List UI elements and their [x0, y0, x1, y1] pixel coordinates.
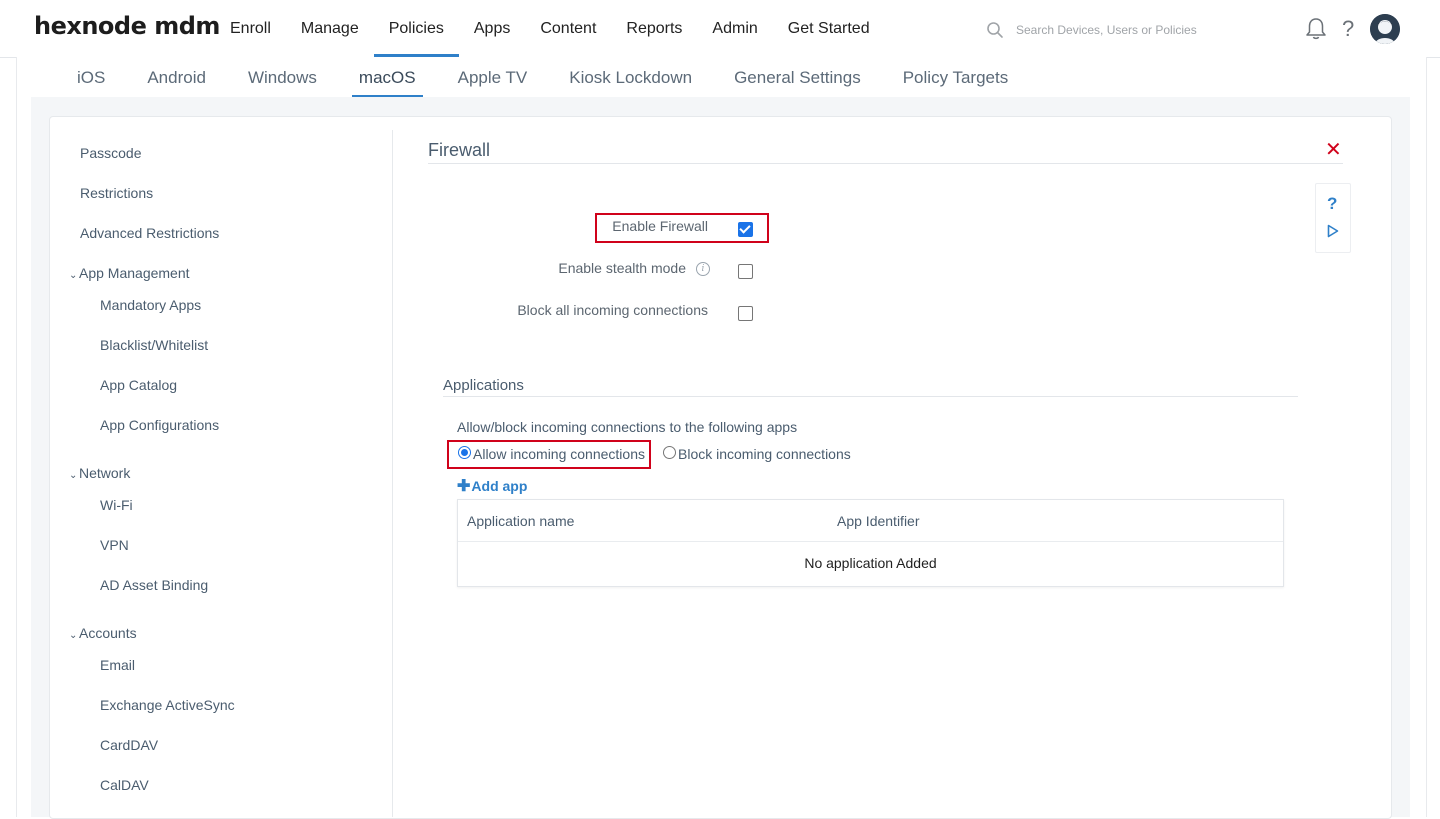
main-nav: Enroll Manage Policies Apps Content Repo…: [215, 0, 885, 57]
tab-ios[interactable]: iOS: [56, 57, 126, 97]
chevron-down-icon: ⌄: [69, 470, 78, 481]
hexnode-logo[interactable]: hexnode mdm: [34, 12, 220, 40]
sidebar-item-wifi[interactable]: Wi-Fi: [100, 497, 133, 513]
notification-bell-icon[interactable]: [1304, 16, 1328, 42]
allow-incoming-radio[interactable]: [458, 446, 471, 459]
add-app-label: Add app: [471, 478, 528, 494]
info-icon[interactable]: i: [696, 262, 710, 276]
search-input[interactable]: [1014, 22, 1238, 38]
sidebar-item-email[interactable]: Email: [100, 657, 135, 673]
nav-content[interactable]: Content: [525, 0, 611, 57]
plus-icon: ✚: [457, 478, 471, 495]
nav-apps[interactable]: Apps: [459, 0, 525, 57]
sidebar-item-app-catalog[interactable]: App Catalog: [100, 377, 177, 393]
top-icons: ?: [1304, 14, 1401, 44]
tab-android[interactable]: Android: [126, 57, 227, 97]
sidebar-item-restrictions[interactable]: Restrictions: [80, 185, 153, 201]
chevron-down-icon: ⌄: [69, 270, 78, 281]
sidebar-group-accounts[interactable]: ⌄ Accounts: [69, 625, 137, 641]
nav-admin[interactable]: Admin: [697, 0, 772, 57]
user-avatar[interactable]: [1370, 14, 1401, 44]
nav-manage[interactable]: Manage: [286, 0, 374, 57]
tab-macos[interactable]: macOS: [338, 57, 437, 98]
sidebar-group-app-management[interactable]: ⌄ App Management: [69, 265, 190, 281]
nav-reports[interactable]: Reports: [611, 0, 697, 57]
enable-firewall-label: Enable Firewall: [612, 218, 708, 234]
play-icon[interactable]: [1327, 224, 1339, 238]
block-all-checkbox[interactable]: [738, 306, 753, 321]
sidebar-item-caldav[interactable]: CalDAV: [100, 777, 149, 793]
sidebar-group-label: Network: [79, 465, 131, 481]
global-search: [986, 19, 1246, 41]
stealth-mode-checkbox[interactable]: [738, 264, 753, 279]
help-panel: ?: [1315, 183, 1351, 253]
tab-windows[interactable]: Windows: [227, 57, 338, 97]
tab-general-settings[interactable]: General Settings: [713, 57, 882, 97]
block-all-label: Block all incoming connections: [517, 302, 708, 318]
block-incoming-label[interactable]: Block incoming connections: [678, 446, 851, 462]
column-application-name: Application name: [467, 513, 575, 529]
sidebar-item-ad-asset-binding[interactable]: AD Asset Binding: [100, 577, 208, 593]
sidebar-item-exchange-activesync[interactable]: Exchange ActiveSync: [100, 697, 235, 713]
sidebar-group-network[interactable]: ⌄ Network: [69, 465, 130, 481]
applications-description: Allow/block incoming connections to the …: [457, 419, 798, 435]
column-app-identifier: App Identifier: [837, 513, 920, 529]
divider: [443, 396, 1298, 397]
sidebar-group-label: Accounts: [79, 625, 137, 641]
sidebar-group-label: App Management: [79, 265, 190, 281]
applications-title: Applications: [443, 377, 524, 394]
stealth-mode-label: Enable stealth mode: [558, 260, 686, 276]
nav-enroll[interactable]: Enroll: [215, 0, 286, 57]
tab-kiosk-lockdown[interactable]: Kiosk Lockdown: [548, 57, 713, 97]
block-incoming-radio[interactable]: [663, 446, 676, 459]
search-icon[interactable]: [986, 21, 1004, 39]
tab-apple-tv[interactable]: Apple TV: [437, 57, 549, 97]
applications-table: Application name App Identifier No appli…: [457, 499, 1284, 587]
divider: [428, 163, 1343, 164]
enable-firewall-checkbox[interactable]: [738, 222, 753, 237]
sidebar-item-advanced-restrictions[interactable]: Advanced Restrictions: [80, 225, 219, 241]
sidebar-item-passcode[interactable]: Passcode: [80, 145, 141, 161]
sidebar-item-app-configurations[interactable]: App Configurations: [100, 417, 219, 433]
help-icon[interactable]: ?: [1342, 16, 1354, 42]
table-header: Application name App Identifier: [458, 500, 1283, 542]
nav-get-started[interactable]: Get Started: [773, 0, 885, 57]
empty-state-text: No application Added: [804, 555, 937, 571]
section-title: Firewall: [428, 140, 491, 160]
allow-incoming-label[interactable]: Allow incoming connections: [473, 446, 645, 462]
top-navbar: hexnode mdm Enroll Manage Policies Apps …: [0, 0, 1440, 58]
question-icon[interactable]: ?: [1327, 194, 1337, 214]
sidebar-item-mandatory-apps[interactable]: Mandatory Apps: [100, 297, 201, 313]
add-app-button[interactable]: ✚Add app: [457, 476, 527, 496]
platform-tabs: iOS Android Windows macOS Apple TV Kiosk…: [56, 57, 1030, 98]
close-icon[interactable]: ✕: [1325, 139, 1342, 161]
tab-policy-targets[interactable]: Policy Targets: [882, 57, 1030, 97]
nav-policies[interactable]: Policies: [373, 0, 460, 57]
sidebar-item-carddav[interactable]: CardDAV: [100, 737, 158, 753]
chevron-down-icon: ⌄: [69, 630, 78, 641]
sidebar-item-vpn[interactable]: VPN: [100, 537, 129, 553]
sidebar-item-blacklist-whitelist[interactable]: Blacklist/Whitelist: [100, 337, 208, 353]
